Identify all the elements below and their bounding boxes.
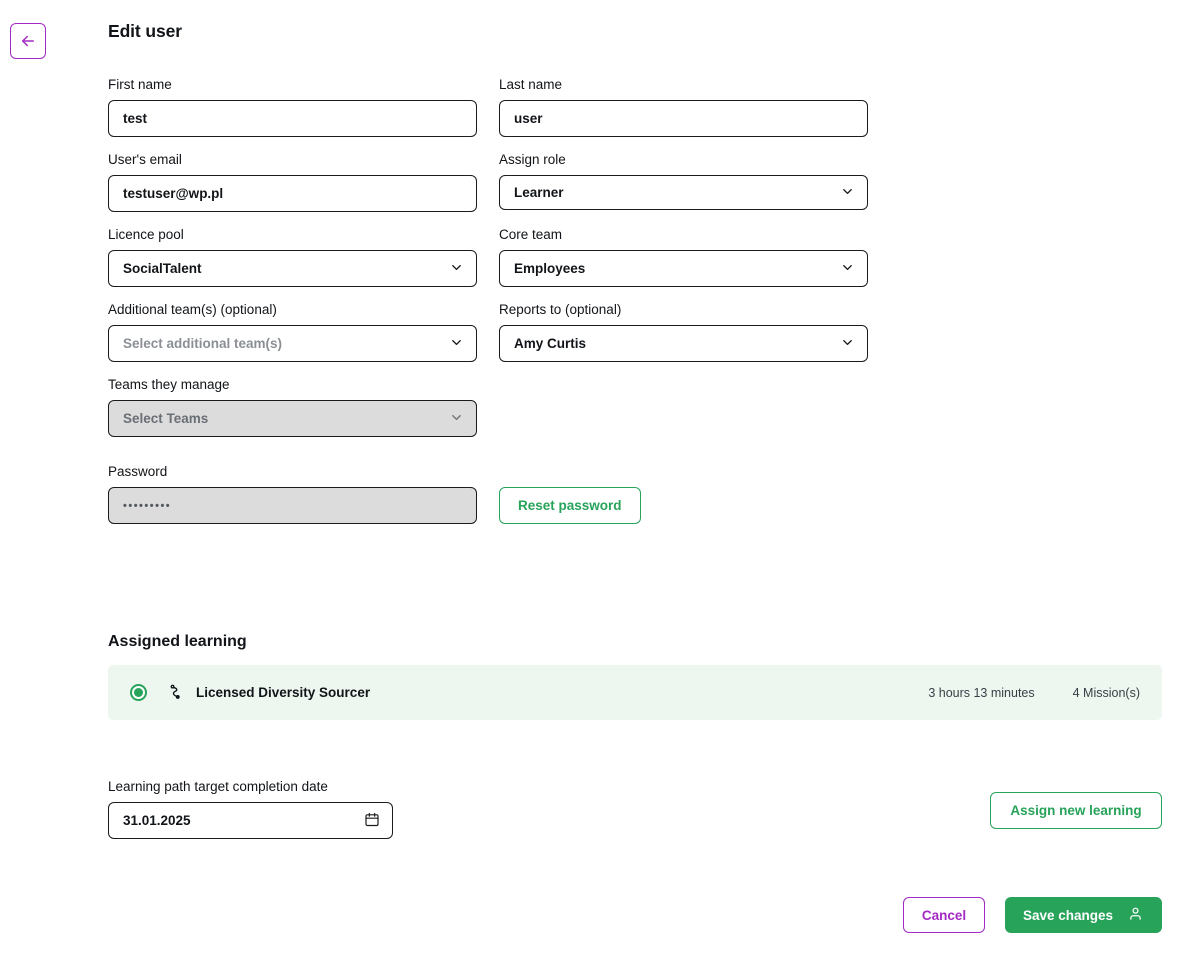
form-row-password: Password ••••••••• Reset password xyxy=(108,463,868,524)
core-team-label: Core team xyxy=(499,227,563,242)
first-name-value: test xyxy=(123,111,148,126)
learning-selected-radio[interactable] xyxy=(130,684,147,701)
form-row-names: First name test Last name user xyxy=(108,76,868,137)
assign-role-value: Learner xyxy=(514,185,564,200)
assign-role-label: Assign role xyxy=(499,152,566,167)
field-last-name: Last name user xyxy=(499,76,868,137)
form-row-pool-team: Licence pool SocialTalent Core team Empl… xyxy=(108,226,868,287)
field-licence-pool: Licence pool SocialTalent xyxy=(108,226,477,287)
additional-teams-select[interactable]: Select additional team(s) xyxy=(108,325,477,362)
licence-pool-value: SocialTalent xyxy=(123,261,202,276)
reports-to-value: Amy Curtis xyxy=(514,336,587,351)
licence-pool-select[interactable]: SocialTalent xyxy=(108,250,477,287)
learning-duration: 3 hours 13 minutes xyxy=(928,685,1035,700)
chevron-down-icon xyxy=(449,260,464,278)
first-name-input[interactable]: test xyxy=(108,100,477,137)
password-input[interactable]: ••••••••• xyxy=(108,487,477,524)
email-label: User's email xyxy=(108,152,182,167)
form-row-addteams-reports: Additional team(s) (optional) Select add… xyxy=(108,301,868,362)
field-reports-to: Reports to (optional) Amy Curtis xyxy=(499,301,868,362)
target-date-value: 31.01.2025 xyxy=(123,813,191,828)
field-email: User's email testuser@wp.pl xyxy=(108,151,477,212)
chevron-down-icon xyxy=(449,410,464,428)
form-row-teams-manage: Teams they manage Select Teams xyxy=(108,376,868,437)
cancel-button[interactable]: Cancel xyxy=(903,897,985,933)
assigned-learning-row[interactable]: Licensed Diversity Sourcer 3 hours 13 mi… xyxy=(108,665,1162,720)
user-icon xyxy=(1127,905,1144,925)
email-value: testuser@wp.pl xyxy=(123,186,224,201)
field-target-completion-date: Learning path target completion date 31.… xyxy=(108,778,393,839)
target-date-input[interactable]: 31.01.2025 xyxy=(108,802,393,839)
learning-missions-count: 4 Mission(s) xyxy=(1072,685,1140,700)
form-row-email-role: User's email testuser@wp.pl Assign role … xyxy=(108,151,868,212)
additional-teams-label: Additional team(s) (optional) xyxy=(108,302,277,317)
learning-item-name: Licensed Diversity Sourcer xyxy=(196,685,371,700)
edit-user-page: Edit user First name test Last name user… xyxy=(0,0,1183,959)
reset-password-wrap: Reset password xyxy=(499,487,868,524)
save-changes-button[interactable]: Save changes xyxy=(1005,897,1162,933)
licence-pool-label: Licence pool xyxy=(108,227,184,242)
teams-they-manage-label: Teams they manage xyxy=(108,377,230,392)
assign-role-select[interactable]: Learner xyxy=(499,175,868,210)
teams-they-manage-select[interactable]: Select Teams xyxy=(108,400,477,437)
calendar-icon[interactable] xyxy=(364,811,380,830)
email-input[interactable]: testuser@wp.pl xyxy=(108,175,477,212)
chevron-down-icon xyxy=(449,335,464,353)
first-name-label: First name xyxy=(108,77,172,92)
field-first-name: First name test xyxy=(108,76,477,137)
chevron-down-icon xyxy=(840,260,855,278)
field-assign-role: Assign role Learner xyxy=(499,151,868,212)
chevron-down-icon xyxy=(840,335,855,353)
learning-path-icon xyxy=(167,683,186,702)
password-label: Password xyxy=(108,464,168,479)
field-additional-teams: Additional team(s) (optional) Select add… xyxy=(108,301,477,362)
back-button[interactable] xyxy=(10,23,46,59)
edit-user-form: First name test Last name user User's em… xyxy=(108,76,868,524)
chevron-down-icon xyxy=(840,184,855,202)
save-changes-label: Save changes xyxy=(1022,907,1114,923)
reports-to-select[interactable]: Amy Curtis xyxy=(499,325,868,362)
additional-teams-placeholder: Select additional team(s) xyxy=(123,336,283,351)
reports-to-label: Reports to (optional) xyxy=(499,302,622,317)
field-teams-they-manage: Teams they manage Select Teams xyxy=(108,376,477,437)
last-name-label: Last name xyxy=(499,77,563,92)
arrow-left-icon xyxy=(19,32,37,50)
core-team-select[interactable]: Employees xyxy=(499,250,868,287)
page-title: Edit user xyxy=(108,21,182,41)
teams-they-manage-placeholder: Select Teams xyxy=(123,411,209,426)
field-password: Password ••••••••• xyxy=(108,463,477,524)
field-core-team: Core team Employees xyxy=(499,226,868,287)
last-name-input[interactable]: user xyxy=(499,100,868,137)
last-name-value: user xyxy=(514,111,543,126)
core-team-value: Employees xyxy=(514,261,586,276)
password-value: ••••••••• xyxy=(123,499,172,512)
assigned-learning-title: Assigned learning xyxy=(108,633,247,650)
reset-password-button[interactable]: Reset password xyxy=(499,487,641,524)
target-date-label: Learning path target completion date xyxy=(108,779,328,794)
assign-new-learning-button[interactable]: Assign new learning xyxy=(990,792,1162,829)
form-row-teams-manage-spacer xyxy=(499,376,868,437)
